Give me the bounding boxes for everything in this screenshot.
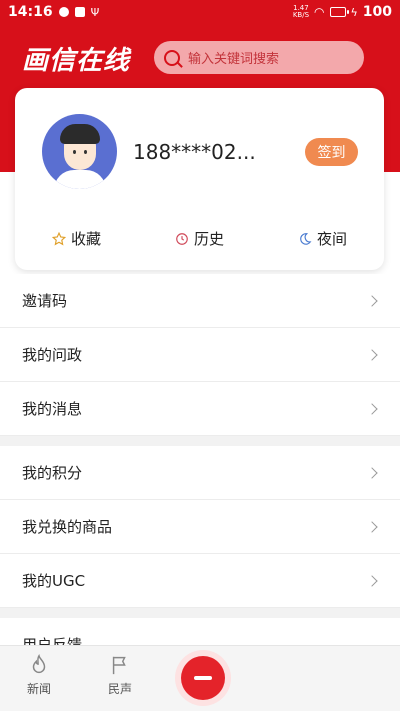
usb-icon: Ψ bbox=[90, 5, 100, 19]
star-icon bbox=[51, 231, 66, 245]
profile-card: 188****02... 签到 收藏 历史 夜间 bbox=[15, 88, 384, 270]
charging-bolt-icon: ϟ bbox=[350, 5, 358, 19]
menu-item-label: 我的问政 bbox=[22, 346, 83, 364]
avatar[interactable] bbox=[42, 114, 117, 189]
net-speed: 1.47 KB/S bbox=[293, 5, 309, 19]
center-action-button[interactable] bbox=[175, 650, 231, 706]
chevron-right-icon bbox=[366, 520, 378, 533]
nav-label: 新闻 bbox=[26, 682, 51, 696]
menu-item-label: 我的UGC bbox=[22, 572, 86, 590]
menu-item-my-ugc[interactable]: 我的UGC bbox=[0, 554, 400, 608]
section-divider bbox=[0, 608, 400, 618]
chevron-right-icon bbox=[366, 574, 378, 587]
chevron-right-icon bbox=[366, 466, 378, 479]
status-bar: 14:16 Ψ 1.47 KB/S ◠ ϟ 100 bbox=[0, 0, 400, 24]
nav-item-news[interactable]: 新闻 bbox=[14, 654, 64, 697]
menu-item-my-messages[interactable]: 我的消息 bbox=[0, 382, 400, 436]
clock-icon bbox=[176, 232, 188, 245]
menu-item-label: 我兑换的商品 bbox=[22, 518, 113, 536]
net-speed-unit: KB/S bbox=[292, 11, 310, 19]
bottom-nav: 新闻 民声 bbox=[0, 645, 400, 711]
shortcut-row: 收藏 历史 夜间 bbox=[15, 228, 384, 249]
app-logo: 画信在线 bbox=[22, 46, 131, 76]
wifi-icon: ◠ bbox=[314, 5, 325, 19]
search-icon bbox=[164, 49, 180, 66]
notification-dot-icon bbox=[58, 7, 69, 17]
checkin-button[interactable]: 签到 bbox=[305, 138, 358, 166]
shortcut-label: 夜间 bbox=[316, 230, 347, 248]
menu-item-my-points[interactable]: 我的积分 bbox=[0, 446, 400, 500]
shortcut-favorites[interactable]: 收藏 bbox=[51, 228, 101, 249]
menu-item-my-inquiries[interactable]: 我的问政 bbox=[0, 328, 400, 382]
battery-level: 100 bbox=[362, 4, 392, 20]
minus-icon bbox=[194, 676, 212, 680]
flame-icon bbox=[32, 654, 46, 673]
menu-item-invite-code[interactable]: 邀请码 bbox=[0, 274, 400, 328]
search-placeholder: 输入关键词搜索 bbox=[188, 52, 280, 67]
chevron-right-icon bbox=[366, 294, 378, 307]
nav-label: 民声 bbox=[107, 682, 132, 696]
menu-item-label: 邀请码 bbox=[22, 292, 68, 310]
shortcut-night-mode[interactable]: 夜间 bbox=[298, 228, 347, 249]
status-time: 14:16 bbox=[8, 4, 53, 20]
shortcut-label: 收藏 bbox=[70, 230, 101, 248]
android-icon bbox=[74, 7, 85, 17]
menu-item-label: 我的消息 bbox=[22, 400, 83, 418]
menu-item-redeemed-goods[interactable]: 我兑换的商品 bbox=[0, 500, 400, 554]
section-divider bbox=[0, 436, 400, 446]
username[interactable]: 188****02... bbox=[133, 140, 256, 164]
menu-item-label: 我的积分 bbox=[22, 464, 83, 482]
flag-icon bbox=[112, 656, 126, 675]
nav-item-public-voice[interactable]: 民声 bbox=[95, 654, 145, 697]
shortcut-history[interactable]: 历史 bbox=[175, 228, 224, 249]
search-bar[interactable]: 输入关键词搜索 bbox=[154, 41, 364, 74]
moon-icon bbox=[300, 232, 312, 245]
chevron-right-icon bbox=[366, 402, 378, 415]
battery-icon bbox=[329, 7, 349, 17]
shortcut-label: 历史 bbox=[193, 230, 224, 248]
chevron-right-icon bbox=[366, 348, 378, 361]
